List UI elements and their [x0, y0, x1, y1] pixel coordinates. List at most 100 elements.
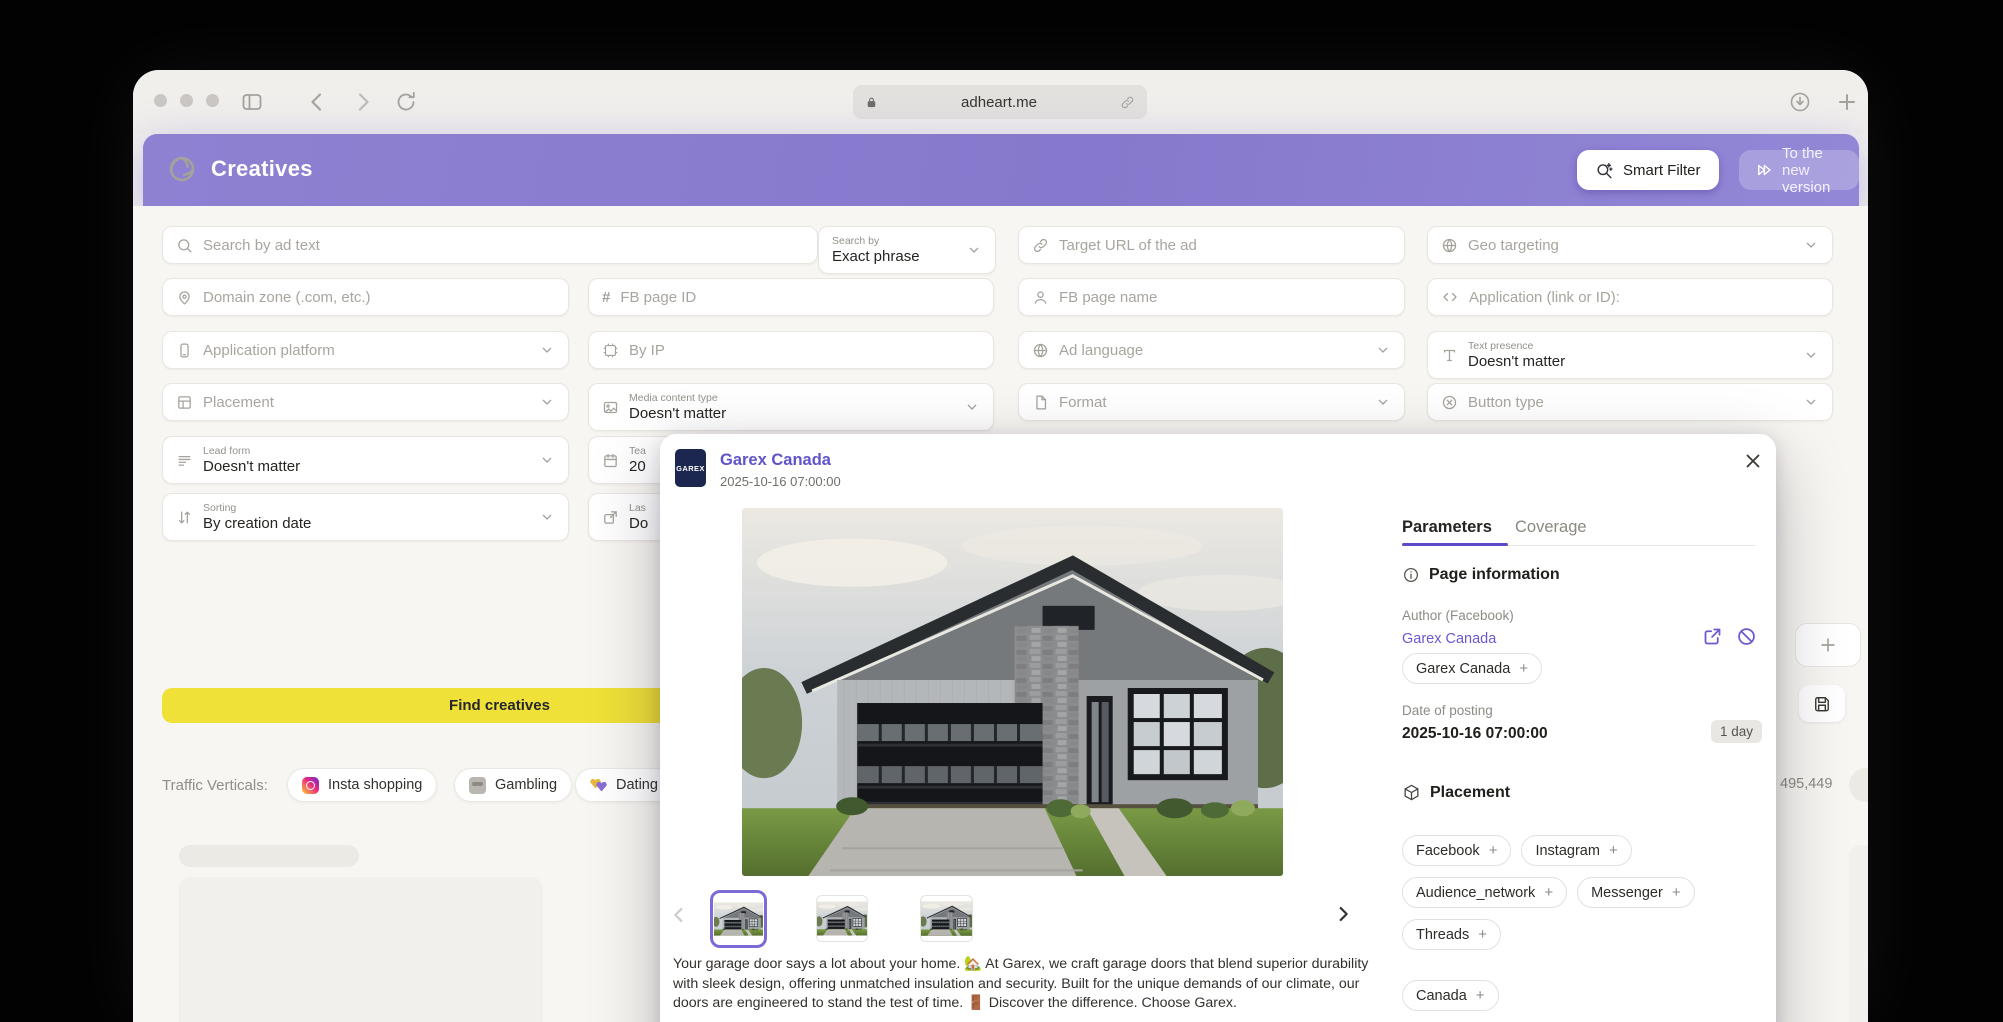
thumbnail[interactable] — [920, 895, 973, 942]
address-bar[interactable]: adheart.me — [853, 85, 1147, 119]
domain-zone-field[interactable] — [162, 278, 569, 316]
page-information-title: Page information — [1429, 566, 1560, 584]
reload-icon[interactable] — [394, 90, 418, 114]
media-content-type-dropdown[interactable]: Media content type Doesn't matter — [588, 383, 994, 431]
image-icon — [602, 399, 619, 416]
button-type-dropdown[interactable]: Button type — [1427, 383, 1833, 421]
link-copy-icon[interactable] — [1120, 95, 1135, 110]
plus-icon: + — [1519, 660, 1528, 677]
hash-icon: # — [602, 289, 610, 306]
placement-dropdown[interactable]: Placement — [162, 383, 569, 421]
search-input[interactable] — [203, 237, 804, 254]
back-icon[interactable] — [305, 90, 329, 114]
circle-x-icon — [1441, 394, 1458, 411]
tab-coverage[interactable]: Coverage — [1515, 518, 1587, 537]
close-icon[interactable] — [1742, 450, 1764, 472]
author-label: Author (Facebook) — [1402, 608, 1514, 623]
format-dropdown[interactable]: Format — [1018, 383, 1405, 421]
domain-zone-input[interactable] — [203, 289, 555, 306]
globe-icon — [1441, 237, 1458, 254]
smart-filter-button[interactable]: Smart Filter — [1577, 150, 1719, 190]
last-label: Las — [629, 503, 648, 514]
carousel-next-icon[interactable] — [1332, 903, 1354, 925]
link-icon — [1032, 237, 1049, 254]
skeleton-bar — [179, 845, 359, 867]
thumbnail[interactable] — [816, 895, 868, 942]
chip-label: Audience_network — [1416, 885, 1535, 901]
info-icon — [1402, 566, 1420, 584]
traffic-light-zoom[interactable] — [206, 94, 219, 107]
new-tab-icon[interactable] — [1835, 90, 1859, 114]
vertical-chip-insta-shopping[interactable]: Insta shopping — [287, 768, 437, 802]
fb-page-name-field[interactable] — [1018, 278, 1405, 316]
downloads-icon[interactable] — [1788, 90, 1812, 114]
browser-window: adheart.me Creatives Smart Filter To the… — [133, 70, 1868, 1022]
application-field[interactable] — [1427, 278, 1833, 316]
vertical-chip-gambling[interactable]: Gambling — [454, 768, 572, 802]
phone-icon — [176, 342, 193, 359]
add-filter-button[interactable] — [1795, 623, 1861, 667]
placement-chip-messenger[interactable]: Messenger + — [1577, 877, 1695, 908]
thumbnail-selected[interactable] — [710, 890, 767, 948]
tab-parameters[interactable]: Parameters — [1402, 518, 1492, 537]
media-content-type-label: Media content type — [629, 393, 726, 404]
instagram-icon — [302, 777, 319, 794]
advertiser-name-link[interactable]: Garex Canada — [720, 451, 831, 470]
page-information-heading: Page information — [1402, 566, 1560, 584]
fb-page-id-field[interactable]: # — [588, 278, 994, 316]
open-external-icon[interactable] — [1702, 626, 1723, 647]
placement-chip-audience-network[interactable]: Audience_network + — [1402, 877, 1567, 908]
chevron-down-icon — [1803, 347, 1819, 363]
sorting-dropdown[interactable]: Sorting By creation date — [162, 493, 569, 541]
text-icon — [1441, 347, 1458, 364]
block-icon[interactable] — [1736, 626, 1757, 647]
text-presence-value: Doesn't matter — [1468, 354, 1565, 369]
ad-language-placeholder: Ad language — [1059, 342, 1143, 359]
active-tab-indicator — [1402, 543, 1508, 546]
page-title: Creatives — [211, 156, 313, 182]
app-header: Creatives Smart Filter To the new versio… — [143, 134, 1859, 206]
chevron-down-icon — [539, 342, 555, 358]
application-input[interactable] — [1469, 289, 1819, 306]
lead-form-label: Lead form — [203, 446, 300, 457]
traffic-light-close[interactable] — [154, 94, 167, 107]
plus-icon: + — [1489, 842, 1498, 859]
search-by-value: Exact phrase — [832, 249, 920, 264]
creative-detail-modal: GAREX Garex Canada 2025-10-16 07:00:00 Y… — [660, 434, 1776, 1022]
fb-page-name-input[interactable] — [1059, 289, 1391, 306]
target-url-field[interactable] — [1018, 226, 1405, 264]
placement-chip-facebook[interactable]: Facebook + — [1402, 835, 1511, 866]
vertical-chip-dating[interactable]: Dating — [575, 768, 673, 802]
lines-icon — [176, 452, 193, 469]
placement-title: Placement — [1430, 784, 1510, 802]
ad-language-dropdown[interactable]: Ad language — [1018, 331, 1405, 369]
save-filter-button[interactable] — [1799, 685, 1845, 722]
by-ip-field[interactable] — [588, 331, 994, 369]
new-version-button[interactable]: To the new version — [1739, 150, 1859, 190]
carousel-prev-icon[interactable] — [668, 904, 690, 926]
traffic-light-minimize[interactable] — [180, 94, 193, 107]
target-url-input[interactable] — [1059, 237, 1391, 254]
search-icon — [176, 237, 193, 254]
magic-search-icon — [1595, 161, 1614, 180]
author-filter-chip[interactable]: Garex Canada + — [1402, 653, 1542, 684]
geo-chip-canada[interactable]: Canada + — [1402, 980, 1499, 1011]
fb-page-id-input[interactable] — [620, 289, 980, 306]
author-link[interactable]: Garex Canada — [1402, 631, 1496, 647]
sidebar-toggle-icon[interactable] — [240, 90, 264, 114]
placement-chip-threads[interactable]: Threads + — [1402, 919, 1501, 950]
placement-placeholder: Placement — [203, 394, 274, 411]
by-ip-input[interactable] — [629, 342, 980, 359]
skeleton-card — [179, 877, 543, 1022]
creative-image — [742, 508, 1283, 876]
format-placeholder: Format — [1059, 394, 1107, 411]
slot-machine-icon — [469, 777, 486, 794]
search-ad-text-field[interactable] — [162, 226, 818, 264]
search-by-dropdown[interactable]: Search by Exact phrase — [818, 226, 996, 274]
placement-chip-instagram[interactable]: Instagram + — [1521, 835, 1631, 866]
text-presence-dropdown[interactable]: Text presence Doesn't matter — [1427, 331, 1833, 379]
lead-form-dropdown[interactable]: Lead form Doesn't matter — [162, 436, 569, 484]
lock-icon — [865, 96, 878, 109]
geo-targeting-dropdown[interactable]: Geo targeting — [1427, 226, 1833, 264]
application-platform-dropdown[interactable]: Application platform — [162, 331, 569, 369]
